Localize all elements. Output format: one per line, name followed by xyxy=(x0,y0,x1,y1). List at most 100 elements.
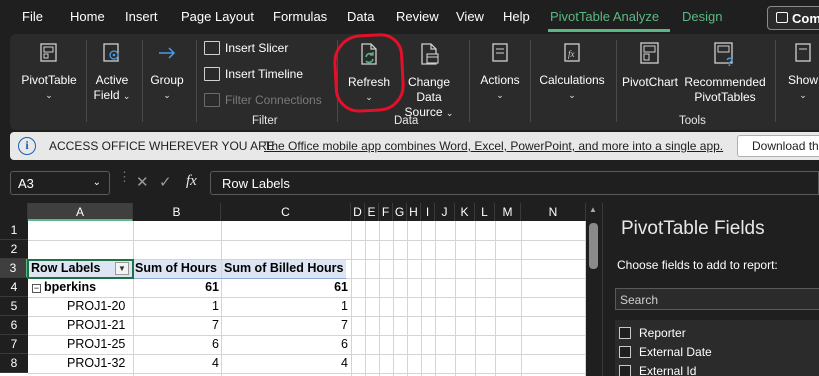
row-header-3[interactable]: 3 xyxy=(0,259,28,278)
enter-icon[interactable]: ✓ xyxy=(159,173,172,191)
pivotchart-label: PivotChart xyxy=(621,75,679,89)
insert-slicer-label: Insert Slicer xyxy=(225,41,289,55)
notification-message-link[interactable]: The Office mobile app combines Word, Exc… xyxy=(264,139,723,153)
pivottable-button[interactable]: PivotTable ⌄ xyxy=(18,42,80,103)
row-header-1[interactable]: 1 xyxy=(0,221,28,240)
pivot-sum-billed-header[interactable]: Sum of Billed Hours xyxy=(224,259,343,278)
pivot-row-hours[interactable]: 6 xyxy=(133,335,219,354)
collapse-icon[interactable]: − xyxy=(32,284,41,293)
pivotchart-button[interactable]: PivotChart xyxy=(618,42,682,90)
column-header-m[interactable]: M xyxy=(495,203,521,221)
column-header-g[interactable]: G xyxy=(393,203,407,221)
column-header-d[interactable]: D xyxy=(351,203,365,221)
filter-connections-button[interactable]: Filter Connections xyxy=(204,93,330,109)
column-header-l[interactable]: L xyxy=(475,203,495,221)
chevron-down-icon: ⌄ xyxy=(122,91,131,101)
active-field-button[interactable]: Active Field ⌄ xyxy=(90,42,134,104)
show-button[interactable]: Show ⌄ xyxy=(783,42,819,103)
actions-label: Actions xyxy=(480,73,520,87)
pivot-row-hours[interactable]: 1 xyxy=(133,297,219,316)
pivot-row-billed[interactable]: 6 xyxy=(221,335,348,354)
download-button[interactable]: Download the xyxy=(737,135,819,157)
filter-connections-icon xyxy=(204,93,220,107)
comments-button[interactable]: Com xyxy=(767,6,819,30)
group-button[interactable]: Group ⌄ xyxy=(146,42,188,103)
insert-slicer-button[interactable]: Insert Slicer xyxy=(204,41,330,57)
pivot-row-hours[interactable]: 7 xyxy=(133,316,219,335)
pivot-row-billed[interactable]: 1 xyxy=(221,297,348,316)
row-header-2[interactable]: 2 xyxy=(0,240,28,259)
pivot-group-billed[interactable]: 61 xyxy=(221,278,348,297)
column-header-b[interactable]: B xyxy=(133,203,221,221)
chevron-down-icon[interactable]: ⌄ xyxy=(93,177,101,188)
cancel-icon[interactable]: ✕ xyxy=(136,173,149,191)
pivottable-label: PivotTable xyxy=(21,73,77,87)
field-checkbox[interactable] xyxy=(619,365,631,376)
column-header-e[interactable]: E xyxy=(365,203,379,221)
gridline xyxy=(28,373,586,374)
timeline-icon xyxy=(204,67,220,81)
menu-view[interactable]: View xyxy=(456,9,484,24)
calculations-button[interactable]: fx Calculations ⌄ xyxy=(534,42,610,103)
ribbon-divider xyxy=(616,40,617,122)
pivot-row-hours[interactable]: 4 xyxy=(133,354,219,373)
pivot-row-label[interactable]: PROJ1-21 xyxy=(67,316,125,335)
select-all-corner[interactable] xyxy=(0,203,28,221)
menu-formulas[interactable]: Formulas xyxy=(273,9,327,24)
column-header-k[interactable]: K xyxy=(455,203,475,221)
column-header-h[interactable]: H xyxy=(407,203,421,221)
change-data-source-button[interactable]: Change Data Source ⌄ xyxy=(394,42,464,121)
column-header-j[interactable]: J xyxy=(435,203,455,221)
row-header-5[interactable]: 5 xyxy=(0,297,28,316)
scroll-up-icon[interactable]: ▲ xyxy=(589,205,597,214)
column-header-f[interactable]: F xyxy=(379,203,393,221)
menu-design[interactable]: Design xyxy=(682,9,722,24)
recommended-pivottables-button[interactable]: ? Recommended PivotTables xyxy=(682,42,768,105)
pivot-sum-hours-header[interactable]: Sum of Hours xyxy=(135,259,217,278)
menu-pivottable-analyze[interactable]: PivotTable Analyze xyxy=(550,9,659,24)
pivot-row-label[interactable]: PROJ1-20 xyxy=(67,297,125,316)
formula-input[interactable]: Row Labels xyxy=(210,171,819,195)
pivot-group-label[interactable]: bperkins xyxy=(44,278,96,297)
column-header-i[interactable]: I xyxy=(421,203,435,221)
pivot-row-label[interactable]: PROJ1-32 xyxy=(67,354,125,373)
row-header-8[interactable]: 8 xyxy=(0,354,28,373)
column-header-n[interactable]: N xyxy=(521,203,586,221)
menu-page-layout[interactable]: Page Layout xyxy=(181,9,254,24)
row-header-6[interactable]: 6 xyxy=(0,316,28,335)
scrollbar-thumb[interactable] xyxy=(589,223,598,269)
pivot-row-label[interactable]: PROJ1-25 xyxy=(67,335,125,354)
menu-help[interactable]: Help xyxy=(503,9,530,24)
ribbon-divider xyxy=(86,40,87,122)
show-label: Show xyxy=(787,73,819,87)
pivot-group-hours[interactable]: 61 xyxy=(133,278,219,297)
ribbon-divider xyxy=(142,40,143,122)
notification-bar: i ACCESS OFFICE WHEREVER YOU ARE The Off… xyxy=(10,132,819,160)
row-header-7[interactable]: 7 xyxy=(0,335,28,354)
pivot-row-billed[interactable]: 4 xyxy=(221,354,348,373)
name-box[interactable]: A3 ⌄ xyxy=(10,171,110,195)
row-header-4[interactable]: 4 xyxy=(0,278,28,297)
menu-home[interactable]: Home xyxy=(70,9,105,24)
insert-function-icon[interactable]: fx xyxy=(186,173,197,190)
ribbon-divider xyxy=(196,40,197,122)
active-field-label-row: Field ⌄ xyxy=(90,88,134,104)
menu-insert[interactable]: Insert xyxy=(125,9,158,24)
pivot-panel-title: PivotTable Fields xyxy=(621,218,765,239)
menu-file[interactable]: File xyxy=(22,9,43,24)
vertical-scrollbar[interactable]: ▲ xyxy=(586,203,602,376)
recommended-label-1: Recommended xyxy=(684,75,766,89)
field-search-input[interactable]: Search xyxy=(615,288,819,310)
menu-review[interactable]: Review xyxy=(396,9,439,24)
formula-value: Row Labels xyxy=(222,176,290,191)
field-checkbox[interactable] xyxy=(619,327,631,339)
column-header-c[interactable]: C xyxy=(221,203,351,221)
pivot-row-billed[interactable]: 7 xyxy=(221,316,348,335)
column-header-a[interactable]: A xyxy=(28,203,133,221)
insert-timeline-button[interactable]: Insert Timeline xyxy=(204,67,330,83)
field-checkbox[interactable] xyxy=(619,346,631,358)
name-box-value: A3 xyxy=(18,176,34,191)
actions-button[interactable]: Actions ⌄ xyxy=(476,42,524,103)
menu-data[interactable]: Data xyxy=(347,9,374,24)
gridline xyxy=(435,221,436,376)
